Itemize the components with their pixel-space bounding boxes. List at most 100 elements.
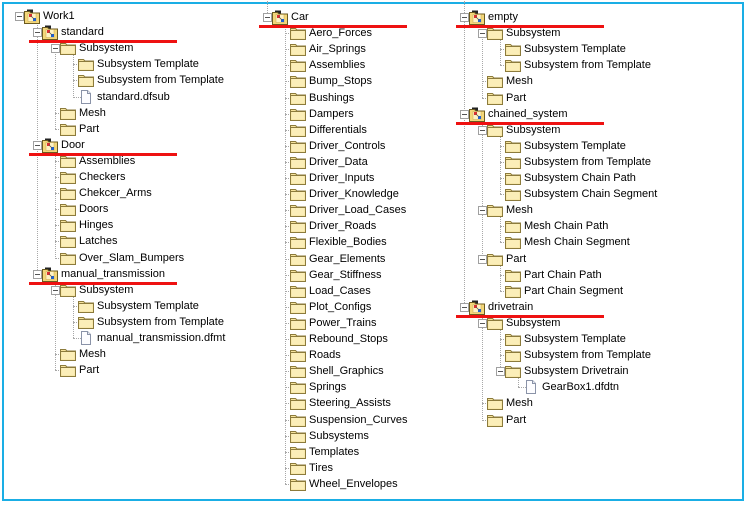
tree-node-label[interactable]: Subsystem from Template	[97, 314, 224, 330]
tree-node-part[interactable]: Part	[0, 412, 526, 428]
tree-node-subsystem-template[interactable]: Subsystem Template	[0, 138, 626, 154]
tree-node-label[interactable]: Part	[79, 362, 99, 378]
collapse-toggle-icon[interactable]	[263, 13, 272, 22]
tree-node-label[interactable]: Driver_Load_Cases	[309, 202, 406, 218]
tree-node-label[interactable]: Subsystem Drivetrain	[524, 363, 629, 379]
collapse-toggle-icon[interactable]	[478, 125, 487, 135]
tree-node-label[interactable]: Subsystem	[79, 282, 133, 298]
collapse-toggle-icon[interactable]	[478, 29, 487, 39]
tree-node-gearbox1-dfdtn[interactable]: GearBox1.dfdtn	[0, 379, 619, 395]
tree-node-label[interactable]: Mesh	[506, 395, 533, 411]
tree-node-label[interactable]: Car	[291, 9, 309, 25]
tree-node-subsystem-template[interactable]: Subsystem Template	[0, 331, 626, 347]
tree-node-label[interactable]: empty	[488, 9, 518, 25]
tree-node-mesh[interactable]: Mesh	[0, 395, 533, 411]
collapse-toggle-icon[interactable]	[460, 13, 469, 22]
tree-node-label[interactable]: manual_transmission	[61, 266, 165, 282]
tree-node-mesh[interactable]: Mesh	[0, 202, 533, 218]
collapse-toggle-icon[interactable]	[460, 302, 469, 312]
tree-node-label[interactable]: Plot_Configs	[309, 299, 371, 315]
tree-node-label[interactable]: Wheel_Envelopes	[309, 476, 398, 492]
tree-node-label[interactable]: Over_Slam_Bumpers	[79, 250, 184, 266]
tree-node-label[interactable]: drivetrain	[488, 299, 533, 315]
tree-node-subsystem-chain-segment[interactable]: Subsystem Chain Segment	[0, 186, 657, 202]
tree-node-label[interactable]: Subsystem Template	[97, 56, 199, 72]
tree-node-label[interactable]: Mesh	[506, 202, 533, 218]
tree-node-label[interactable]: Power_Trains	[309, 315, 376, 331]
tree-node-label[interactable]: standard.dfsub	[97, 89, 170, 105]
tree-node-subsystem-from-template[interactable]: Subsystem from Template	[0, 154, 651, 170]
tree-node-label[interactable]: Gear_Stiffness	[309, 267, 382, 283]
tree-node-label[interactable]: Latches	[79, 233, 118, 249]
tree-node-label[interactable]: Gear_Elements	[309, 251, 385, 267]
tree-node-label[interactable]: Load_Cases	[309, 283, 371, 299]
tree-node-label[interactable]: Suspension_Curves	[309, 412, 407, 428]
tree-node-drivetrain[interactable]: drivetrain	[0, 299, 533, 315]
tree-node-label[interactable]: Roads	[309, 347, 341, 363]
tree-node-label[interactable]: Driver_Data	[309, 154, 368, 170]
tree-node-label[interactable]: Bump_Stops	[309, 73, 372, 89]
tree-node-empty[interactable]: empty	[0, 9, 518, 25]
tree-node-label[interactable]: Part	[506, 90, 526, 106]
tree-node-chained-system[interactable]: chained_system	[0, 106, 568, 122]
collapse-toggle-icon[interactable]	[51, 285, 60, 295]
tree-node-label[interactable]: Subsystem	[506, 315, 560, 331]
tree-node-label[interactable]: Hinges	[79, 217, 113, 233]
tree-node-label[interactable]: Subsystem from Template	[524, 57, 651, 73]
tree-node-part-chain-segment[interactable]: Part Chain Segment	[0, 283, 623, 299]
tree-node-label[interactable]: Mesh	[79, 105, 106, 121]
tree-node-label[interactable]: Subsystems	[309, 428, 369, 444]
tree-node-label[interactable]: Driver_Knowledge	[309, 186, 399, 202]
tree-node-label[interactable]: Driver_Controls	[309, 138, 385, 154]
collapse-toggle-icon[interactable]	[15, 12, 24, 21]
tree-node-subsystem-chain-path[interactable]: Subsystem Chain Path	[0, 170, 636, 186]
tree-node-label[interactable]: Driver_Roads	[309, 218, 376, 234]
tree-node-label[interactable]: Mesh Chain Segment	[524, 234, 630, 250]
tree-node-label[interactable]: Subsystem Template	[524, 138, 626, 154]
tree-node-label[interactable]: Mesh	[79, 346, 106, 362]
tree-node-label[interactable]: Door	[61, 137, 85, 153]
tree-node-subsystem-template[interactable]: Subsystem Template	[0, 41, 626, 57]
tree-node-label[interactable]: Steering_Assists	[309, 395, 391, 411]
tree-node-label[interactable]: Subsystem from Template	[97, 72, 224, 88]
tree-node-label[interactable]: Part	[79, 121, 99, 137]
collapse-toggle-icon[interactable]	[33, 269, 42, 279]
tree-node-label[interactable]: Chekcer_Arms	[79, 185, 152, 201]
tree-node-part[interactable]: Part	[0, 251, 526, 267]
tree-node-label[interactable]: Bushings	[309, 90, 354, 106]
tree-node-label[interactable]: Mesh Chain Path	[524, 218, 608, 234]
tree-node-label[interactable]: Differentials	[309, 122, 367, 138]
tree-node-label[interactable]: GearBox1.dfdtn	[542, 379, 619, 395]
tree-node-label[interactable]: Springs	[309, 379, 346, 395]
tree-node-label[interactable]: Work1	[43, 8, 75, 24]
tree-node-label[interactable]: Mesh	[506, 73, 533, 89]
tree-node-part[interactable]: Part	[0, 90, 526, 106]
collapse-toggle-icon[interactable]	[478, 254, 487, 264]
tree-node-label[interactable]: Air_Springs	[309, 41, 366, 57]
tree-node-subsystem-from-template[interactable]: Subsystem from Template	[0, 57, 651, 73]
tree-node-label[interactable]: Part	[506, 251, 526, 267]
tree-node-label[interactable]: chained_system	[488, 106, 568, 122]
tree-node-label[interactable]: Subsystem from Template	[524, 154, 651, 170]
collapse-toggle-icon[interactable]	[33, 140, 42, 150]
collapse-toggle-icon[interactable]	[33, 28, 42, 38]
collapse-toggle-icon[interactable]	[460, 109, 469, 119]
tree-node-mesh[interactable]: Mesh	[0, 73, 533, 89]
tree-node-subsystem[interactable]: Subsystem	[0, 25, 560, 41]
tree-node-subsystems[interactable]: Subsystems	[0, 428, 369, 444]
tree-node-subsystem[interactable]: Subsystem	[0, 315, 560, 331]
tree-node-label[interactable]: standard	[61, 24, 104, 40]
tree-node-label[interactable]: Driver_Inputs	[309, 170, 374, 186]
tree-node-label[interactable]: Aero_Forces	[309, 25, 372, 41]
collapse-toggle-icon[interactable]	[51, 44, 60, 54]
tree-node-subsystem-from-template[interactable]: Subsystem from Template	[0, 347, 651, 363]
tree-node-label[interactable]: Subsystem	[79, 40, 133, 56]
tree-node-label[interactable]: Shell_Graphics	[309, 363, 384, 379]
tree-node-label[interactable]: Subsystem	[506, 25, 560, 41]
tree-node-label[interactable]: Part Chain Segment	[524, 283, 623, 299]
tree-node-label[interactable]: Subsystem	[506, 122, 560, 138]
tree-node-tires[interactable]: Tires	[0, 460, 333, 476]
tree-node-label[interactable]: Templates	[309, 444, 359, 460]
collapse-toggle-icon[interactable]	[478, 318, 487, 328]
tree-node-label[interactable]: Assemblies	[79, 153, 135, 169]
